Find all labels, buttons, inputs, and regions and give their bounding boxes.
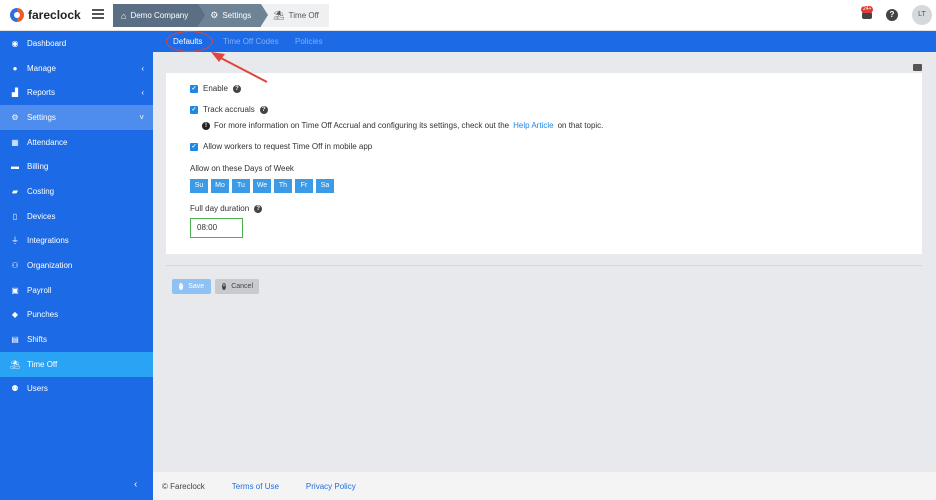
day-su[interactable]: Su	[190, 179, 208, 193]
app-name: fareclock	[28, 8, 81, 22]
tablet-icon: ▯	[12, 211, 18, 221]
breadcrumb-time-off[interactable]: ⛱ Time Off	[261, 4, 329, 27]
beach-umbrella-icon: ⛱	[10, 359, 21, 369]
sidebar-item-settings[interactable]: ⚙ Settings ˅	[0, 105, 153, 130]
save-button[interactable]: ✓ Save	[172, 279, 211, 294]
fareclock-logo-icon	[10, 8, 24, 22]
track-accruals-checkbox[interactable]: ✓	[190, 105, 198, 114]
day-fr[interactable]: Fr	[295, 179, 313, 193]
breadcrumb-settings[interactable]: ⚙ Settings	[198, 4, 269, 27]
sidebar-item-users[interactable]: ⚉ Users	[0, 377, 153, 402]
sidebar-item-organization[interactable]: ⚇ Organization	[0, 253, 153, 278]
top-bar: fareclock ⌂ Demo Company ⚙ Settings ⛱ Ti…	[0, 0, 936, 31]
chart-icon: ▟	[11, 88, 19, 98]
sidebar-item-dashboard[interactable]: ◉ Dashboard	[0, 31, 153, 56]
enable-checkbox[interactable]: ✓	[190, 84, 198, 93]
day-mo[interactable]: Mo	[211, 179, 229, 193]
sidebar: ◉ Dashboard ● Manage ‹ ▟ Reports ‹ ⚙ Settings ˅…	[0, 31, 153, 500]
sidebar-item-costing[interactable]: ▰ Costing	[0, 179, 153, 204]
accrual-info: ! For more information on Time Off Accru…	[202, 121, 603, 130]
info-icon: !	[202, 121, 210, 130]
check-icon: ✓	[179, 283, 184, 290]
mobile-label: Allow workers to request Time Off in mob…	[203, 142, 373, 151]
chevron-down-icon: ˅	[139, 112, 144, 122]
annotation-arrow	[211, 52, 268, 83]
duration-input[interactable]: 08:00	[190, 218, 243, 238]
gear-icon: ⚙	[11, 112, 19, 122]
car-icon: ◆	[11, 310, 19, 320]
duration-label: Full day duration	[190, 204, 250, 213]
help-icon[interactable]: ?	[259, 105, 268, 114]
sidebar-item-time-off[interactable]: ⛱ Time Off	[0, 351, 153, 377]
copyright: © Fareclock	[162, 481, 205, 491]
footer: © Fareclock Terms of Use Privacy Policy	[153, 472, 936, 500]
sidebar-item-attendance[interactable]: ▦ Attendance	[0, 130, 153, 155]
sidebar-item-punches[interactable]: ◆ Punches	[0, 303, 153, 328]
money-icon: ▣	[11, 285, 19, 295]
day-tu[interactable]: Tu	[232, 179, 250, 193]
folder-icon: ▰	[11, 186, 19, 196]
track-accruals-label: Track accruals	[203, 105, 255, 114]
close-icon: ✕	[222, 283, 227, 290]
duration-row: Full day duration ?	[190, 204, 263, 213]
tab-policies[interactable]: Policies	[295, 37, 323, 46]
divider	[166, 265, 922, 266]
users-icon: ⚉	[11, 384, 19, 394]
privacy-link[interactable]: Privacy Policy	[306, 482, 356, 491]
mobile-row: ✓ Allow workers to request Time Off in m…	[190, 142, 372, 151]
plug-icon: ⏚	[11, 236, 19, 246]
sidebar-item-integrations[interactable]: ⏚ Integrations	[0, 229, 153, 254]
user-icon: ●	[12, 63, 18, 73]
sidebar-item-devices[interactable]: ▯ Devices	[0, 204, 153, 229]
tab-time-off-codes[interactable]: Time Off Codes	[223, 37, 279, 46]
days-of-week: Su Mo Tu We Th Fr Sa	[190, 179, 334, 193]
attendance-icon: ▦	[11, 137, 19, 147]
help-icon[interactable]: ?	[886, 9, 898, 21]
sidebar-item-billing[interactable]: ▬ Billing	[0, 154, 153, 179]
collapse-sidebar-icon[interactable]: ‹	[134, 479, 137, 490]
defaults-card: ✓ Enable ? ✓ Track accruals ? ! For more…	[166, 73, 922, 254]
beach-umbrella-icon: ⛱	[273, 10, 285, 20]
day-we[interactable]: We	[253, 179, 271, 193]
dashboard-icon: ◉	[11, 38, 19, 48]
days-label: Allow on these Days of Week	[190, 164, 294, 173]
cancel-button[interactable]: ✕ Cancel	[215, 279, 259, 294]
menu-icon[interactable]	[92, 9, 104, 19]
sidebar-item-shifts[interactable]: ▤ Shifts	[0, 327, 153, 352]
id-card-icon[interactable]	[913, 64, 922, 71]
info-prefix: For more information on Time Off Accrual…	[214, 121, 510, 130]
breadcrumb-demo-company[interactable]: ⌂ Demo Company	[113, 4, 206, 27]
sidebar-item-payroll[interactable]: ▣ Payroll	[0, 278, 153, 303]
chevron-left-icon: ‹	[141, 63, 144, 73]
gear-icon: ⚙	[210, 10, 219, 20]
sitemap-icon: ⚇	[11, 261, 19, 271]
sidebar-item-reports[interactable]: ▟ Reports ‹	[0, 80, 153, 105]
home-icon: ⌂	[121, 10, 127, 21]
app-logo[interactable]: fareclock	[10, 8, 81, 22]
credit-card-icon: ▬	[11, 162, 19, 172]
mobile-checkbox[interactable]: ✓	[190, 142, 198, 151]
day-th[interactable]: Th	[274, 179, 292, 193]
breadcrumb: ⌂ Demo Company ⚙ Settings ⛱ Time Off	[113, 4, 329, 27]
help-article-link[interactable]: Help Article	[513, 121, 553, 130]
info-suffix: on that topic.	[557, 121, 604, 130]
notification-badge: 24+	[861, 6, 874, 13]
track-accruals-row: ✓ Track accruals ?	[190, 105, 268, 114]
calendar-icon: ▤	[11, 335, 19, 345]
sidebar-item-manage[interactable]: ● Manage ‹	[0, 56, 153, 81]
avatar[interactable]: LT	[912, 5, 932, 25]
help-icon[interactable]: ?	[254, 204, 263, 213]
day-sa[interactable]: Sa	[316, 179, 334, 193]
chevron-left-icon: ‹	[141, 88, 144, 98]
terms-link[interactable]: Terms of Use	[232, 482, 279, 491]
